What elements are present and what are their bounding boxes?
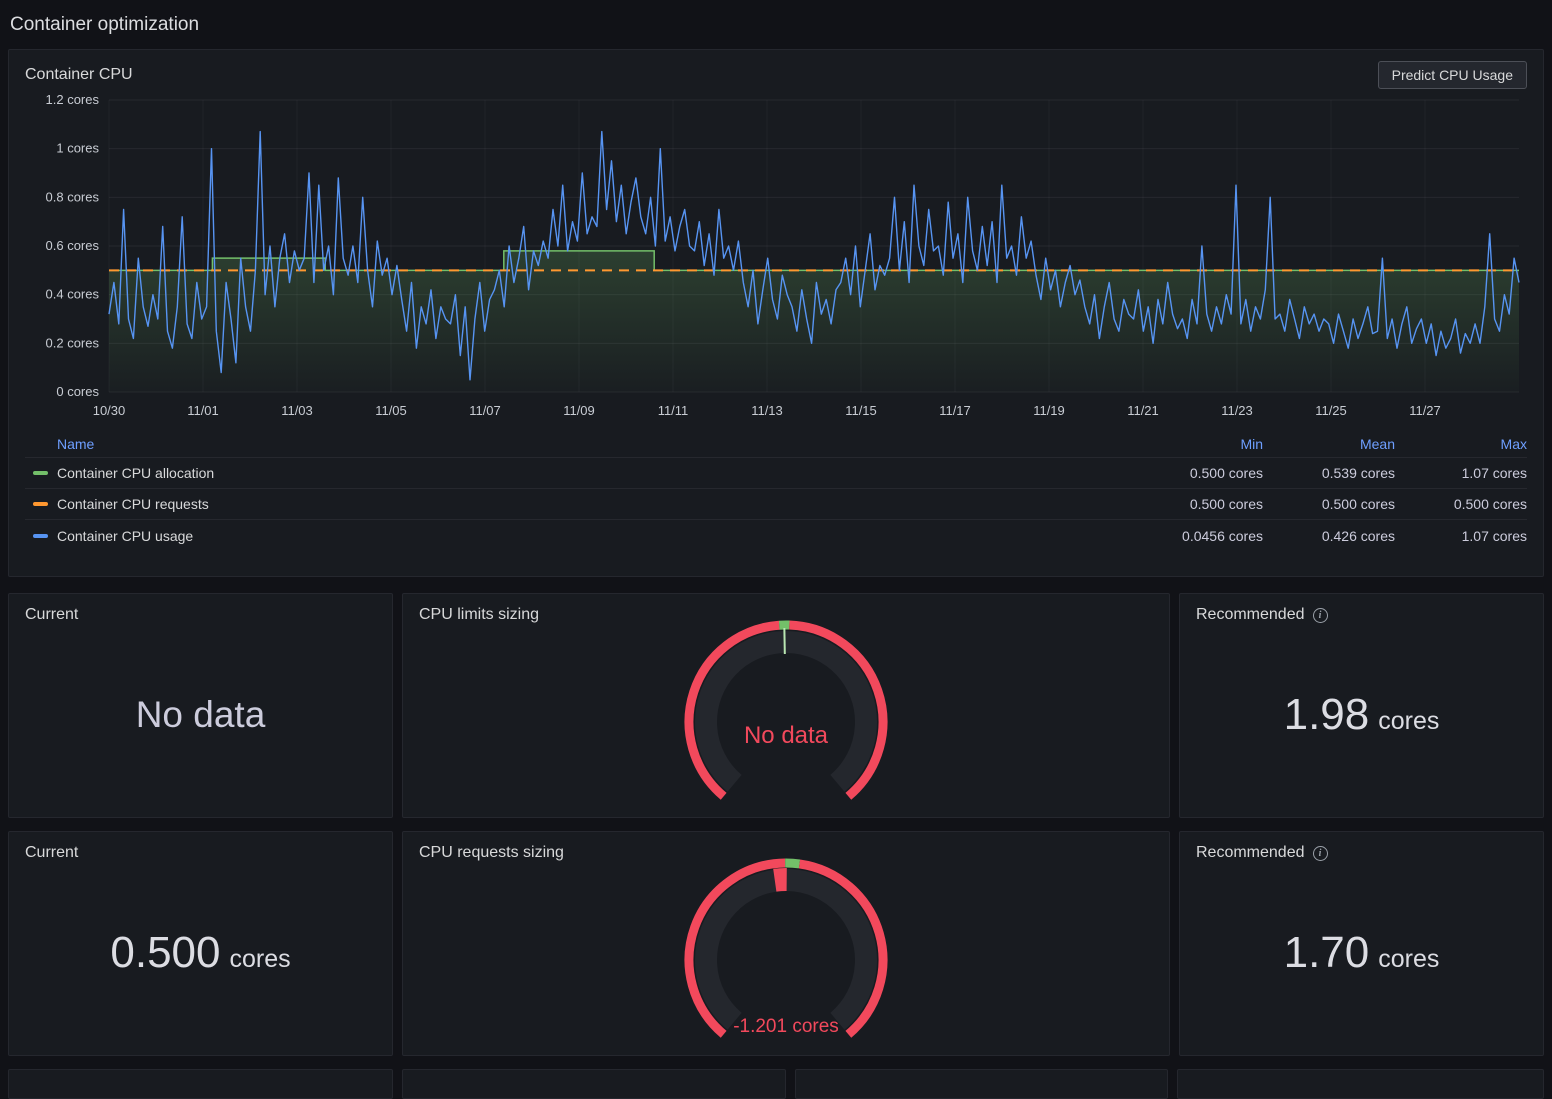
- svg-text:11/27: 11/27: [1409, 403, 1441, 418]
- recommended-requests-panel: Recommended i 1.70 cores: [1179, 831, 1544, 1056]
- cutoff-panel-4: [1177, 1069, 1544, 1099]
- predict-cpu-usage-button[interactable]: Predict CPU Usage: [1378, 61, 1527, 89]
- cpu-requests-gauge[interactable]: -1.201 cores: [666, 858, 906, 1056]
- series-swatch-allocation: [33, 471, 48, 475]
- cpu-time-series-chart[interactable]: 1.2 cores 1 cores 0.8 cores 0.6 cores 0.4 co…: [25, 92, 1527, 428]
- cutoff-panel-1: [8, 1069, 393, 1099]
- legend-row-allocation: Container CPU allocation 0.500 cores 0.5…: [25, 458, 1527, 489]
- svg-text:0.2 cores: 0.2 cores: [46, 335, 100, 350]
- legend-max-allocation: 1.07 cores: [1395, 465, 1527, 481]
- legend-min-allocation: 0.500 cores: [1131, 465, 1263, 481]
- cutoff-panel-2: [402, 1069, 786, 1099]
- legend-min-requests: 0.500 cores: [1131, 496, 1263, 512]
- legend-mean-usage: 0.426 cores: [1263, 528, 1395, 544]
- svg-text:11/01: 11/01: [187, 403, 219, 418]
- current-limits-panel: Current No data: [8, 593, 393, 818]
- recommended-limits-value: 1.98 cores: [1284, 690, 1440, 740]
- svg-text:11/15: 11/15: [845, 403, 877, 418]
- svg-text:11/23: 11/23: [1221, 403, 1253, 418]
- svg-text:11/11: 11/11: [658, 403, 689, 418]
- stats-grid: Current No data CPU limits sizing No dat…: [8, 593, 1544, 1056]
- svg-text:0.6 cores: 0.6 cores: [46, 238, 100, 253]
- cutoff-panel-row: [8, 1069, 1544, 1099]
- svg-text:0 cores: 0 cores: [56, 384, 99, 399]
- legend-row-usage: Container CPU usage 0.0456 cores 0.426 c…: [25, 520, 1527, 551]
- legend-row-requests: Container CPU requests 0.500 cores 0.500…: [25, 489, 1527, 520]
- current-requests-value: 0.500 cores: [110, 928, 290, 978]
- series-label-usage[interactable]: Container CPU usage: [57, 528, 193, 544]
- container-cpu-panel-header: Container CPU Predict CPU Usage: [25, 58, 1527, 92]
- svg-text:11/21: 11/21: [1127, 403, 1159, 418]
- cpu-requests-sizing-panel: CPU requests sizing -1.201 cores: [402, 831, 1170, 1056]
- legend-mean-requests: 0.500 cores: [1263, 496, 1395, 512]
- svg-text:11/03: 11/03: [281, 403, 313, 418]
- cpu-limits-sizing-panel: CPU limits sizing No data: [402, 593, 1170, 818]
- svg-text:11/07: 11/07: [469, 403, 501, 418]
- page-title: Container optimization: [8, 0, 1544, 49]
- legend-mean-allocation: 0.539 cores: [1263, 465, 1395, 481]
- current-limits-value: No data: [136, 694, 266, 736]
- svg-text:11/13: 11/13: [751, 403, 783, 418]
- series-label-requests[interactable]: Container CPU requests: [57, 496, 209, 512]
- legend-header-max[interactable]: Max: [1395, 436, 1527, 452]
- legend-header-name[interactable]: Name: [25, 436, 1131, 452]
- svg-text:0.8 cores: 0.8 cores: [46, 189, 100, 204]
- recommended-requests-value: 1.70 cores: [1284, 928, 1440, 978]
- legend-max-requests: 0.500 cores: [1395, 496, 1527, 512]
- svg-text:0.4 cores: 0.4 cores: [46, 287, 100, 302]
- dashboard-page: Container optimization Container CPU Pre…: [0, 0, 1552, 1099]
- series-swatch-requests: [33, 502, 48, 506]
- series-label-allocation[interactable]: Container CPU allocation: [57, 465, 214, 481]
- svg-text:11/19: 11/19: [1033, 403, 1065, 418]
- svg-text:1.2 cores: 1.2 cores: [46, 92, 100, 107]
- legend-header-min[interactable]: Min: [1131, 436, 1263, 452]
- svg-text:11/25: 11/25: [1315, 403, 1347, 418]
- svg-text:11/17: 11/17: [939, 403, 971, 418]
- svg-text:1 cores: 1 cores: [56, 141, 99, 156]
- svg-text:10/30: 10/30: [93, 403, 126, 418]
- legend-min-usage: 0.0456 cores: [1131, 528, 1263, 544]
- cpu-limits-gauge-value: No data: [666, 722, 906, 750]
- legend-header-mean[interactable]: Mean: [1263, 436, 1395, 452]
- svg-text:11/05: 11/05: [375, 403, 407, 418]
- container-cpu-panel: Container CPU Predict CPU Usage 1.2 core…: [8, 49, 1544, 577]
- series-swatch-usage: [33, 534, 48, 538]
- panel-title-container-cpu[interactable]: Container CPU: [25, 66, 133, 84]
- recommended-limits-panel: Recommended i 1.98 cores: [1179, 593, 1544, 818]
- legend-max-usage: 1.07 cores: [1395, 528, 1527, 544]
- legend-header-row: Name Min Mean Max: [25, 430, 1527, 458]
- cpu-legend-table: Name Min Mean Max Container CPU allocati…: [25, 430, 1527, 551]
- cpu-requests-gauge-value: -1.201 cores: [666, 1016, 906, 1038]
- current-requests-panel: Current 0.500 cores: [8, 831, 393, 1056]
- svg-text:11/09: 11/09: [563, 403, 595, 418]
- cpu-limits-gauge[interactable]: No data: [666, 620, 906, 818]
- cutoff-panel-3: [795, 1069, 1168, 1099]
